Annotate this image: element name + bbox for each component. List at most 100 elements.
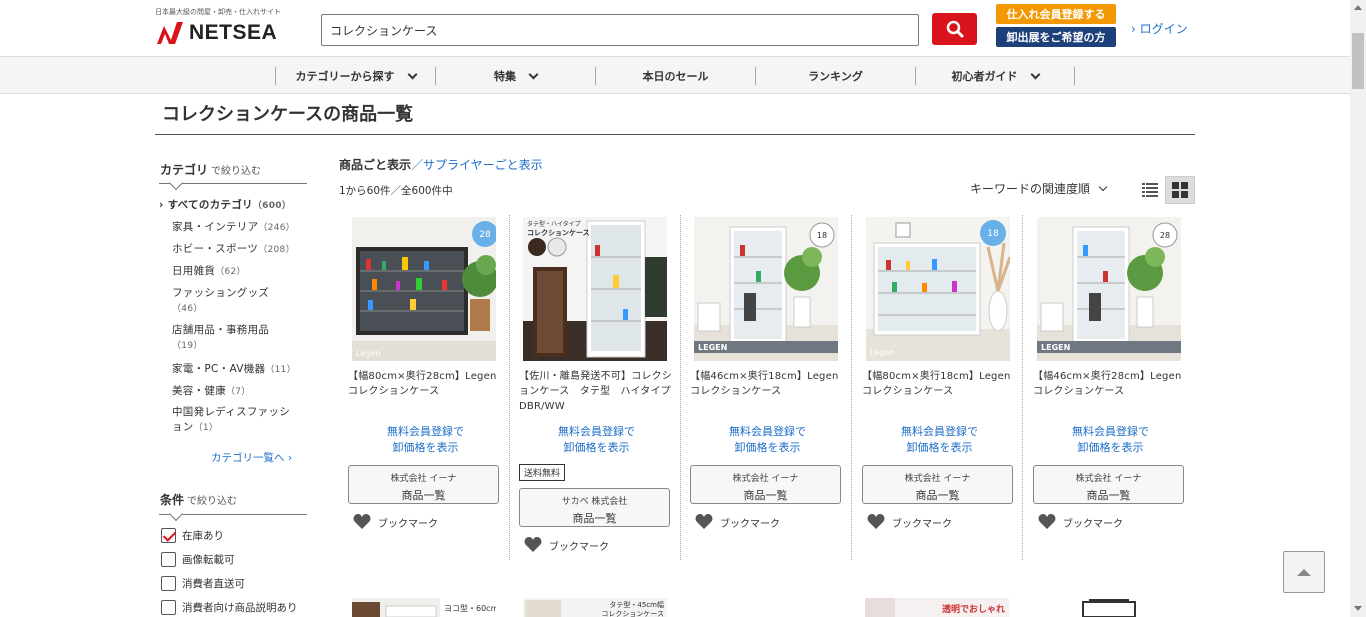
list-view-button[interactable] bbox=[1136, 176, 1164, 204]
checkbox-icon[interactable] bbox=[161, 576, 176, 591]
category-label: 中国発レディスファッション bbox=[172, 406, 291, 433]
member-price-link[interactable]: 無料会員登録で 卸価格を表示 bbox=[519, 424, 674, 456]
bookmark-button[interactable]: ブックマーク bbox=[867, 514, 952, 530]
nav-beginner-guide[interactable]: 初心者ガイド bbox=[915, 67, 1074, 85]
view-mode-toggle: 商品ごと表示／サプライヤーごと表示 bbox=[339, 156, 543, 173]
condition-label: 画像転載可 bbox=[182, 554, 235, 566]
view-by-supplier-link[interactable]: サプライヤーごと表示 bbox=[423, 158, 543, 172]
category-count: （62） bbox=[215, 267, 246, 277]
category-item-all[interactable]: › すべてのカテゴリ（600） bbox=[159, 197, 291, 212]
sort-select[interactable]: キーワードの関連度順 bbox=[970, 180, 1108, 197]
category-item-fashion-goods[interactable]: ファッショングッズ （46） bbox=[172, 286, 269, 317]
category-label: 家電・PC・AV機器 bbox=[172, 363, 266, 375]
svg-text:タテ型・45cm幅: タテ型・45cm幅 bbox=[609, 600, 664, 609]
category-item-beauty[interactable]: 美容・健康（7） bbox=[172, 383, 251, 398]
member-price-link[interactable]: 無料会員登録で 卸価格を表示 bbox=[862, 424, 1017, 456]
global-nav: カテゴリーから探す 特集 本日のセール ランキング 初心者ガイド bbox=[0, 56, 1350, 94]
product-name[interactable]: 【幅46cm×奥行28cm】Legen コレクションケース bbox=[1033, 369, 1188, 399]
product-name[interactable]: 【佐川・離島発送不可】コレクションケース タテ型 ハイタイプ DBR/WW bbox=[519, 369, 681, 414]
svg-text:LEGEN: LEGEN bbox=[1041, 343, 1070, 352]
category-item-store-supplies[interactable]: 店舗用品・事務用品 （19） bbox=[172, 323, 269, 354]
scroll-down-arrow-icon[interactable] bbox=[1354, 606, 1362, 611]
search-button[interactable] bbox=[932, 13, 977, 45]
view-separator: ／ bbox=[411, 158, 424, 172]
price-note-line: 卸価格を表示 bbox=[1077, 441, 1144, 454]
product-image[interactable]: タテ型・45cm幅 コレクションケース bbox=[523, 598, 667, 617]
category-item-daily-goods[interactable]: 日用雑貨（62） bbox=[172, 263, 246, 278]
supplier-name: 株式会社 イーナ bbox=[732, 474, 799, 484]
page-scrollbar[interactable] bbox=[1350, 0, 1366, 617]
free-shipping-badge: 送料無料 bbox=[519, 464, 566, 481]
sort-label: キーワードの関連度順 bbox=[970, 182, 1091, 196]
nav-label: 初心者ガイド bbox=[951, 70, 1018, 83]
product-image[interactable]: 18 LEGEN bbox=[694, 217, 838, 361]
supplier-button[interactable]: 株式会社 イーナ 商品一覧 bbox=[862, 465, 1013, 504]
member-price-link[interactable]: 無料会員登録で 卸価格を表示 bbox=[348, 424, 503, 456]
heading-notch bbox=[168, 175, 184, 191]
scroll-up-arrow-icon[interactable] bbox=[1354, 5, 1362, 10]
bookmark-button[interactable]: ブックマーク bbox=[1038, 514, 1123, 530]
category-item-furniture[interactable]: 家具・インテリア（246） bbox=[172, 219, 295, 234]
bookmark-button[interactable]: ブックマーク bbox=[524, 537, 609, 553]
product-image[interactable]: 18 Legen bbox=[866, 217, 1010, 361]
nav-categories[interactable]: カテゴリーから探す bbox=[275, 67, 435, 85]
scrollbar-thumb[interactable] bbox=[1352, 33, 1364, 89]
supplier-button[interactable]: 株式会社 イーナ 商品一覧 bbox=[690, 465, 841, 504]
category-label: 店舗用品・事務用品 bbox=[172, 324, 270, 336]
product-image[interactable]: 透明でおしゃれ bbox=[865, 598, 1009, 617]
category-item-electronics[interactable]: 家電・PC・AV機器（11） bbox=[172, 361, 296, 376]
grid-view-button[interactable] bbox=[1165, 176, 1195, 204]
checkbox-icon[interactable] bbox=[161, 552, 176, 567]
row2-caption: 透明でおしゃれ bbox=[942, 603, 1005, 615]
product-name[interactable]: 【幅46cm×奥行18cm】Legen コレクションケース bbox=[690, 369, 845, 399]
register-button[interactable]: 仕入れ会員登録する bbox=[996, 4, 1116, 24]
site-tagline: 日本最大級の問屋・卸売・仕入れサイト bbox=[155, 8, 281, 16]
supplier-button[interactable]: 株式会社 イーナ 商品一覧 bbox=[348, 465, 499, 504]
condition-consumer-description[interactable]: 消費者向け商品説明あり bbox=[161, 600, 298, 615]
category-label: 家具・インテリア bbox=[172, 221, 259, 233]
supplier-button[interactable]: サカベ 株式会社 商品一覧 bbox=[519, 488, 670, 527]
category-count: （11） bbox=[265, 365, 297, 375]
condition-image-reuse[interactable]: 画像転載可 bbox=[161, 552, 235, 567]
product-image[interactable]: 28 Legen bbox=[352, 217, 496, 361]
checkbox-checked-icon[interactable] bbox=[161, 528, 176, 543]
product-image[interactable]: 28 LEGEN bbox=[1037, 217, 1181, 361]
nav-todays-sale[interactable]: 本日のセール bbox=[595, 67, 755, 85]
exhibit-button[interactable]: 卸出展をご希望の方 bbox=[996, 27, 1116, 47]
page-title: コレクションケースの商品一覧 bbox=[162, 104, 414, 125]
category-list-link[interactable]: カテゴリ一覧へ › bbox=[211, 450, 292, 465]
chevron-down-icon bbox=[1098, 182, 1108, 191]
product-name[interactable]: 【幅80cm×奥行18cm】Legen コレクションケース bbox=[862, 369, 1017, 399]
grid-view-icon bbox=[1172, 182, 1188, 198]
category-item-hobby[interactable]: ホビー・スポーツ（208） bbox=[172, 241, 295, 256]
collection-case-image: 18 LEGEN bbox=[694, 217, 838, 361]
collection-case-image: 28 Legen bbox=[352, 217, 496, 361]
condition-direct-ship[interactable]: 消費者直送可 bbox=[161, 576, 245, 591]
condition-label: 消費者向け商品説明あり bbox=[182, 602, 298, 614]
product-image[interactable]: ヨコ型・60cm幅 bbox=[352, 598, 496, 617]
checkbox-icon[interactable] bbox=[161, 600, 176, 615]
condition-label: 在庫あり bbox=[182, 530, 224, 542]
category-item-china-ladies[interactable]: 中国発レディスファッション（1） bbox=[172, 405, 300, 436]
netsea-logo[interactable]: NETSEA bbox=[155, 20, 277, 46]
nav-features[interactable]: 特集 bbox=[435, 67, 595, 85]
heart-icon bbox=[524, 537, 542, 552]
nav-ranking[interactable]: ランキング bbox=[755, 67, 915, 85]
search-input[interactable] bbox=[321, 14, 919, 46]
back-to-top-button[interactable] bbox=[1283, 551, 1325, 593]
product-name[interactable]: 【幅80cm×奥行28cm】Legen コレクションケース bbox=[348, 369, 503, 399]
bookmark-button[interactable]: ブックマーク bbox=[353, 514, 438, 530]
bookmark-button[interactable]: ブックマーク bbox=[695, 514, 780, 530]
condition-in-stock[interactable]: 在庫あり bbox=[161, 528, 224, 543]
svg-text:28: 28 bbox=[1160, 231, 1170, 240]
login-link[interactable]: › ログイン bbox=[1131, 20, 1188, 37]
product-image[interactable] bbox=[1037, 598, 1181, 617]
member-price-link[interactable]: 無料会員登録で 卸価格を表示 bbox=[1033, 424, 1188, 456]
svg-text:18: 18 bbox=[987, 229, 999, 239]
svg-text:LEGEN: LEGEN bbox=[698, 343, 727, 352]
member-price-link[interactable]: 無料会員登録で 卸価格を表示 bbox=[690, 424, 845, 456]
product-image[interactable]: タテ型・ハイタイプ コレクションケース bbox=[523, 217, 667, 361]
svg-text:コレクションケース: コレクションケース bbox=[601, 610, 664, 617]
supplier-button[interactable]: 株式会社 イーナ 商品一覧 bbox=[1033, 465, 1184, 504]
chevron-down-icon bbox=[407, 69, 417, 79]
